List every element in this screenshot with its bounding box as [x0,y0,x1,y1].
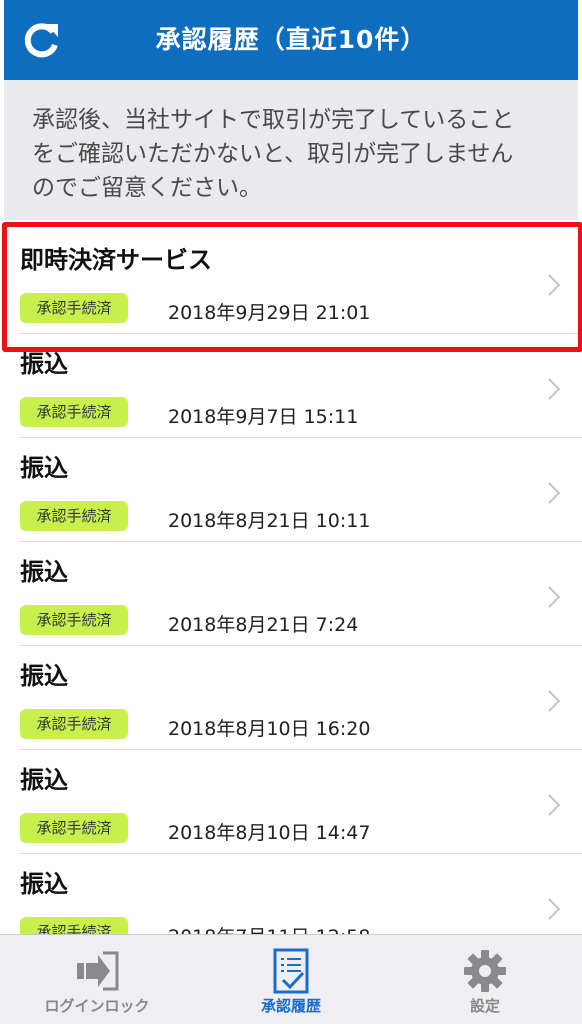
item-title: 振込 [20,558,68,586]
status-badge: 承認手続済 [20,605,128,635]
login-lock-icon [77,951,119,991]
item-title: 振込 [20,662,68,690]
status-badge: 承認手続済 [20,501,128,531]
list-item[interactable]: 振込 承認手続済 2018年8月21日 7:24 [0,542,582,646]
status-badge: 承認手続済 [20,293,128,323]
chevron-right-icon [548,482,560,504]
item-title: 振込 [20,454,68,482]
chevron-right-icon [548,274,560,296]
item-date: 2018年8月21日 7:24 [168,614,359,636]
item-title: 即時決済サービス [20,246,212,274]
notice-panel: 承認後、当社サイトで取引が完了していることをご確認いただかないと、取引が完了しま… [4,80,578,220]
item-date: 2018年8月10日 14:47 [168,822,371,844]
tab-label: ログインロック [44,997,150,1015]
header-bar: 承認履歴（直近10件） [4,0,578,80]
chevron-right-icon [548,898,560,920]
list-item[interactable]: 振込 承認手続済 2018年9月7日 15:11 [0,334,582,438]
tab-label: 設定 [469,997,500,1015]
list-item[interactable]: 即時決済サービス 承認手続済 2018年9月29日 21:01 [0,230,582,334]
approval-history-icon [273,948,309,994]
tab-settings[interactable]: 設定 [388,935,582,1024]
chevron-right-icon [548,794,560,816]
status-badge: 承認手続済 [20,813,128,843]
list-item[interactable]: 振込 承認手続済 2018年8月10日 16:20 [0,646,582,750]
tab-approval-history[interactable]: 承認履歴 [194,935,388,1024]
notice-text: 承認後、当社サイトで取引が完了していることをご確認いただかないと、取引が完了しま… [32,107,515,201]
item-title: 振込 [20,870,68,898]
status-badge: 承認手続済 [20,709,128,739]
chevron-right-icon [548,378,560,400]
chevron-right-icon [548,586,560,608]
item-date: 2018年8月21日 10:11 [168,510,371,532]
screen: 承認履歴（直近10件） 承認後、当社サイトで取引が完了していることをご確認いただ… [0,0,582,1024]
item-title: 振込 [20,350,68,378]
status-badge: 承認手続済 [20,397,128,427]
item-date: 2018年8月10日 16:20 [168,718,371,740]
item-date: 2018年9月29日 21:01 [168,302,371,324]
list-item[interactable]: 振込 承認手続済 2018年8月21日 10:11 [0,438,582,542]
tab-login-lock[interactable]: ログインロック [0,935,194,1024]
gear-icon [464,950,506,992]
item-date: 2018年9月7日 15:11 [168,406,359,428]
page-title: 承認履歴（直近10件） [155,25,427,54]
tab-bar: ログインロック 承認履歴 設定 [0,934,582,1024]
approval-history-list: 即時決済サービス 承認手続済 2018年9月29日 21:01 振込 承認手続済… [0,230,582,958]
list-item[interactable]: 振込 承認手続済 2018年8月10日 14:47 [0,750,582,854]
chevron-right-icon [548,690,560,712]
item-title: 振込 [20,766,68,794]
tab-label: 承認履歴 [260,997,321,1015]
